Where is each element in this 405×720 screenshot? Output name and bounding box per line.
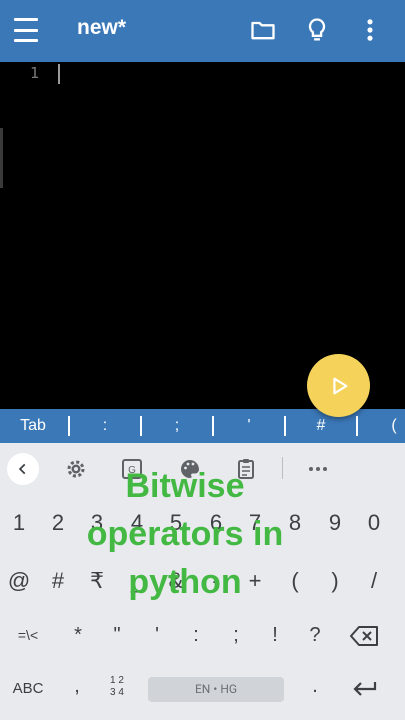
back-icon[interactable] (7, 453, 39, 485)
key-1[interactable]: 1 (4, 510, 34, 536)
key-close-paren[interactable]: ) (320, 568, 350, 594)
numpad-key-top: 1 2 (110, 675, 124, 686)
more-vert-icon[interactable] (356, 16, 384, 44)
symbol-divider (284, 416, 286, 436)
symbol-divider (140, 416, 142, 436)
key-0[interactable]: 0 (359, 510, 389, 536)
scroll-indicator (0, 128, 3, 188)
app-bar: new* (0, 0, 405, 62)
key-question[interactable]: ? (300, 624, 330, 647)
key-9[interactable]: 9 (320, 510, 350, 536)
symbol-key-semicolon[interactable]: ; (152, 409, 202, 443)
key-semicolon[interactable]: ; (221, 624, 251, 647)
key-slash[interactable]: / (359, 568, 389, 594)
abc-key[interactable]: ABC (6, 680, 50, 697)
key-exclamation[interactable]: ! (260, 624, 290, 647)
symbol-key-tab[interactable]: Tab (8, 409, 58, 443)
play-icon (332, 377, 347, 394)
key-colon[interactable]: : (181, 624, 211, 647)
key-at[interactable]: @ (4, 568, 34, 594)
period-key[interactable]: . (305, 675, 325, 698)
overlay-line-1: Bitwise (125, 467, 245, 505)
key-double-quote[interactable]: " (102, 624, 132, 647)
key-single-quote[interactable]: ' (142, 624, 172, 647)
numpad-key[interactable]: 1 2 3 4 (103, 675, 131, 699)
folder-icon[interactable] (249, 16, 277, 44)
symbol-divider (212, 416, 214, 436)
key-more-symbols[interactable]: =\< (8, 627, 48, 643)
lightbulb-icon[interactable] (303, 16, 331, 44)
menu-icon[interactable] (14, 18, 42, 42)
line-number: 1 (30, 64, 40, 82)
document-title: new* (77, 16, 127, 39)
symbol-key-paren[interactable]: ( (384, 409, 404, 443)
text-caret (58, 64, 60, 84)
comma-key[interactable]: , (67, 675, 87, 698)
enter-icon[interactable] (352, 680, 378, 698)
symbol-divider (356, 416, 358, 436)
run-button[interactable] (307, 354, 370, 417)
overlay-line-2: operators in (86, 515, 284, 553)
key-asterisk[interactable]: * (63, 624, 93, 647)
overlay-line-3: python (128, 563, 242, 601)
symbol-key-colon[interactable]: : (80, 409, 130, 443)
symbol-key-quote[interactable]: ' (224, 409, 274, 443)
space-bar[interactable]: EN • HG (148, 677, 284, 702)
symbol-divider (68, 416, 70, 436)
numpad-key-bottom: 3 4 (110, 687, 124, 698)
backspace-icon[interactable] (350, 625, 380, 647)
